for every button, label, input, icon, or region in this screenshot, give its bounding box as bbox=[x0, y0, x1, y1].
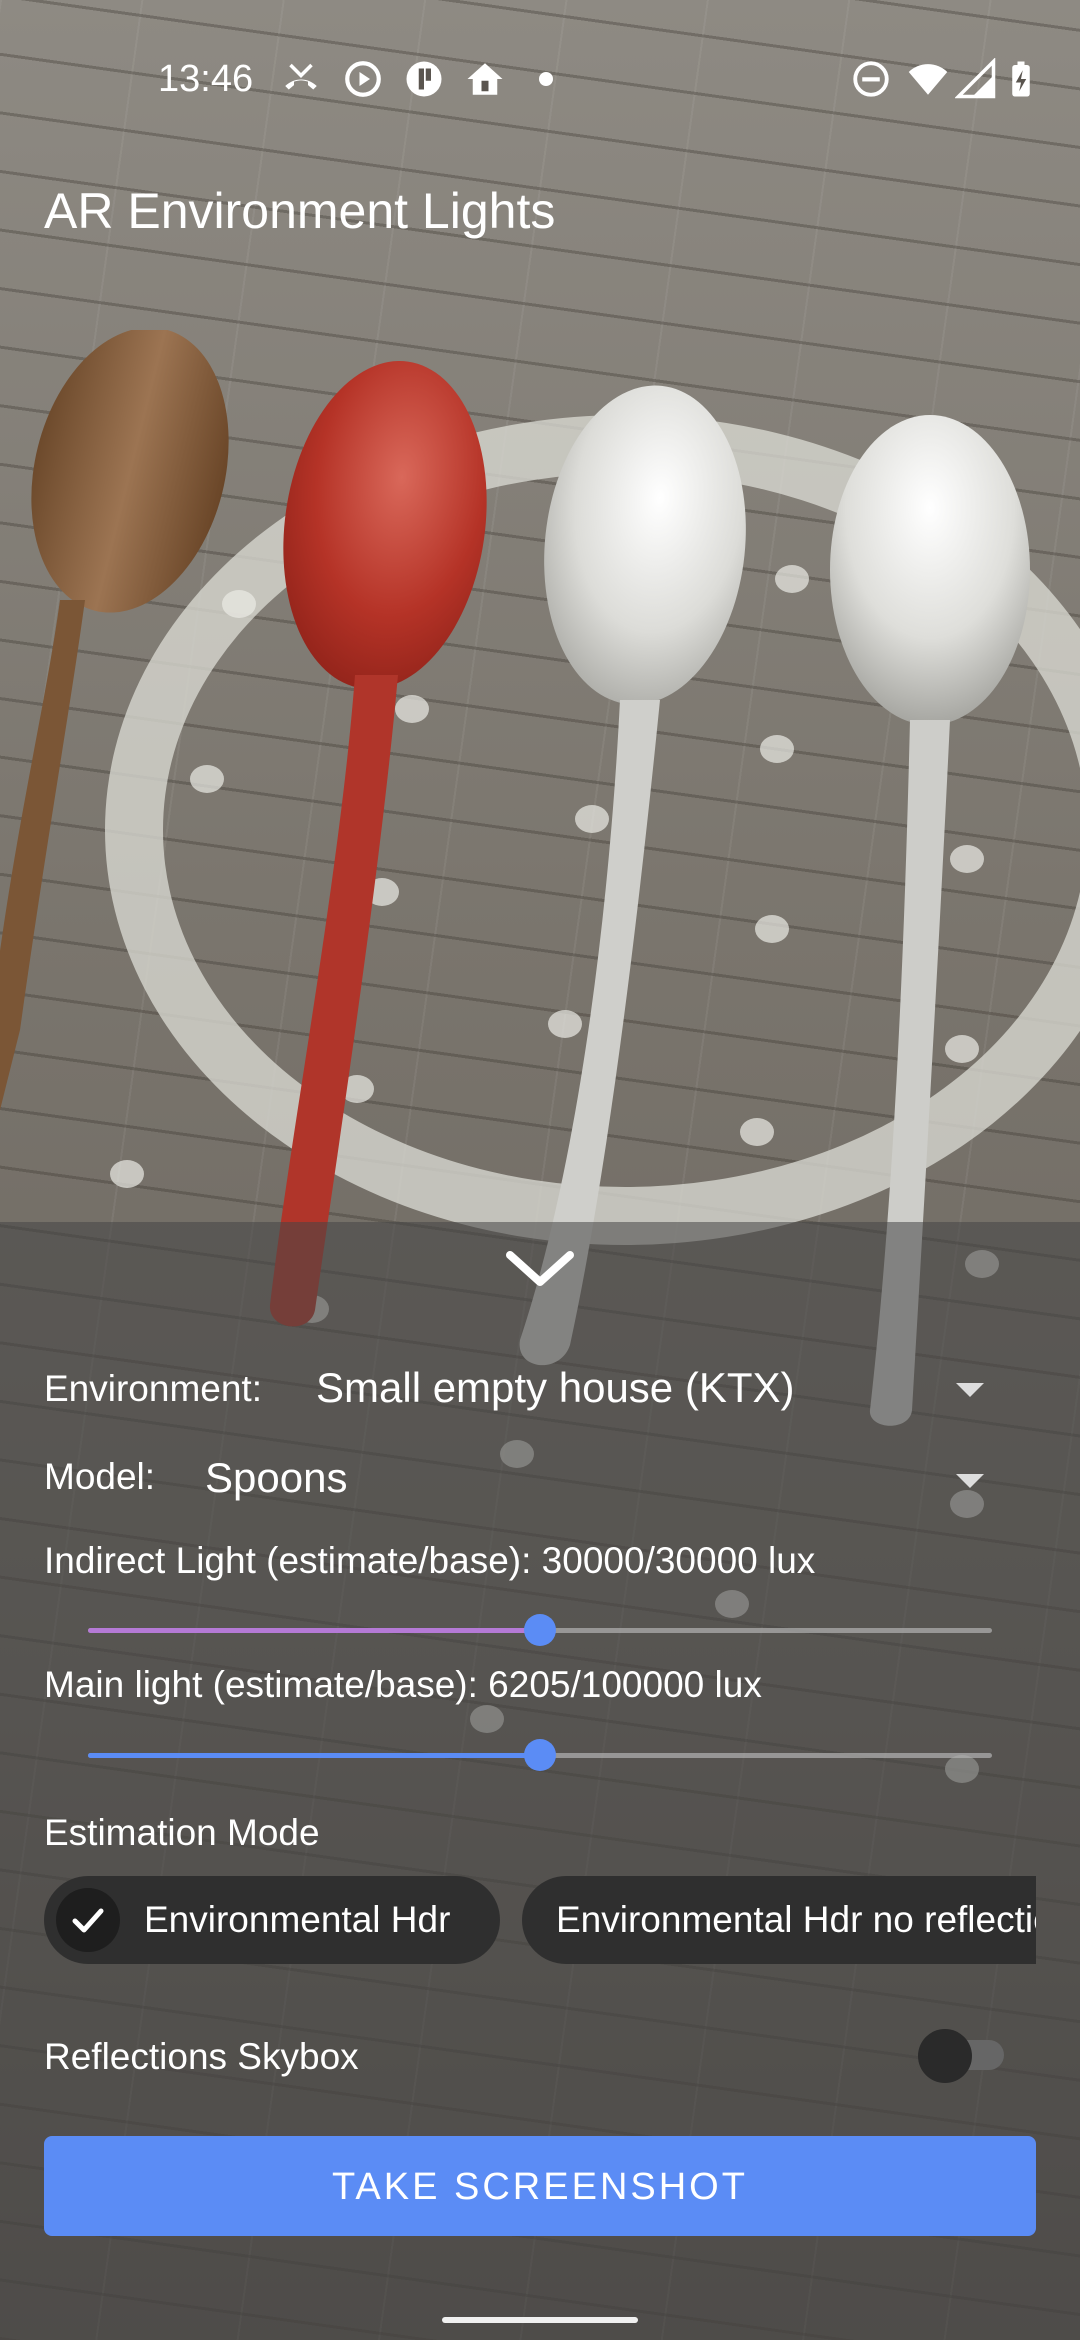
indirect-light-label: Indirect Light (estimate/base): 30000/30… bbox=[44, 1540, 816, 1581]
model-value: Spoons bbox=[205, 1454, 348, 1501]
chip-label: Environmental Hdr no reflections bbox=[556, 1899, 1036, 1940]
environment-dropdown[interactable]: Small empty house (KTX) bbox=[300, 1350, 1000, 1430]
environment-label: Environment: bbox=[44, 1368, 262, 1409]
notification-dot-icon bbox=[539, 72, 553, 86]
app-title: AR Environment Lights bbox=[44, 183, 556, 239]
chip-environmental-hdr-no-reflections[interactable]: Environmental Hdr no reflections bbox=[522, 1876, 1036, 1964]
check-icon bbox=[56, 1888, 120, 1952]
switch-thumb[interactable] bbox=[918, 2029, 972, 2083]
chip-environmental-hdr[interactable]: Environmental Hdr bbox=[44, 1876, 500, 1964]
take-screenshot-button[interactable]: TAKE SCREENSHOT bbox=[44, 2136, 1036, 2236]
slider-thumb[interactable] bbox=[524, 1614, 556, 1646]
slider-thumb[interactable] bbox=[524, 1739, 556, 1771]
main-light-slider[interactable] bbox=[88, 1735, 992, 1775]
estimation-mode-label: Estimation Mode bbox=[44, 1812, 320, 1853]
home-alert-icon bbox=[467, 63, 503, 95]
chip-label: Environmental Hdr bbox=[144, 1899, 451, 1940]
red-spoon bbox=[269, 361, 487, 1327]
do-not-disturb-icon bbox=[853, 61, 889, 97]
missed-call-icon bbox=[285, 63, 317, 90]
slider-fill bbox=[88, 1628, 540, 1633]
home-indicator[interactable] bbox=[442, 2317, 638, 2323]
dropdown-arrow-icon bbox=[956, 1383, 984, 1397]
status-bar: 13:46 bbox=[0, 0, 1080, 170]
chevron-down-icon[interactable] bbox=[500, 1240, 580, 1300]
indirect-light-slider[interactable] bbox=[88, 1610, 992, 1650]
battery-charging-icon bbox=[1012, 61, 1030, 97]
dropdown-arrow-icon bbox=[956, 1474, 984, 1488]
signal-icon bbox=[955, 58, 996, 99]
reflections-skybox-label: Reflections Skybox bbox=[44, 2036, 359, 2077]
model-dropdown[interactable]: Spoons bbox=[190, 1440, 1000, 1520]
slider-fill bbox=[88, 1753, 540, 1758]
status-time: 13:46 bbox=[158, 58, 254, 100]
main-light-label: Main light (estimate/base): 6205/100000 … bbox=[44, 1664, 762, 1705]
wifi-icon bbox=[908, 64, 948, 95]
app-badge-icon bbox=[406, 61, 442, 97]
play-circle-icon bbox=[345, 61, 381, 97]
model-label: Model: bbox=[44, 1456, 156, 1497]
environment-value: Small empty house (KTX) bbox=[316, 1364, 795, 1411]
